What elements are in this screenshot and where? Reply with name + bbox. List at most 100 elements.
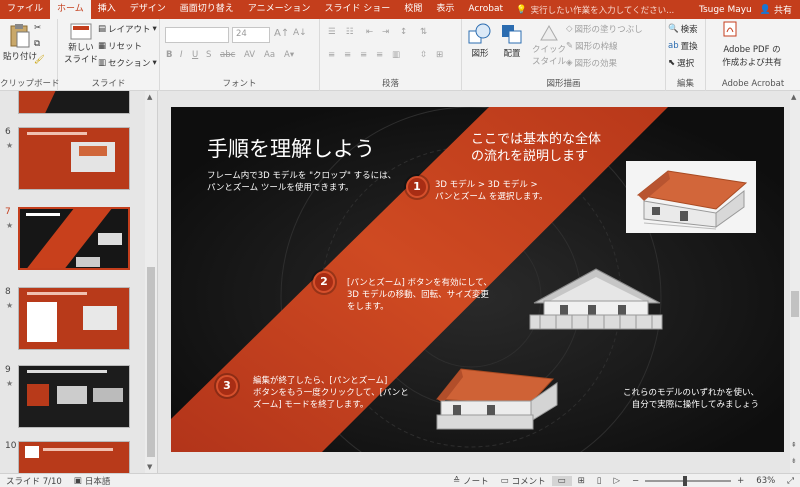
strikethrough-icon[interactable]: abc bbox=[220, 50, 235, 60]
zoom-slider-thumb[interactable] bbox=[683, 475, 688, 486]
thumbnail-scrollbar[interactable]: ▲ ▼ bbox=[145, 91, 157, 473]
cut-icon[interactable]: ✂ bbox=[34, 23, 41, 33]
fit-to-window-icon[interactable]: ⤢ bbox=[781, 476, 800, 486]
italic-icon[interactable]: I bbox=[180, 50, 183, 60]
slide-heading[interactable]: ここでは基本的な全体 の流れを説明します bbox=[471, 131, 601, 165]
copy-icon[interactable]: ⧉ bbox=[34, 39, 40, 49]
arrange-button[interactable]: 配置 bbox=[500, 23, 524, 59]
notes-button[interactable]: ≙ ノート bbox=[447, 475, 495, 487]
replace-button[interactable]: ab 置換 bbox=[668, 40, 698, 52]
tab-acrobat[interactable]: Acrobat bbox=[461, 0, 510, 19]
shrink-font-icon[interactable]: A↓ bbox=[293, 28, 307, 38]
closing-line: 自分で実際に操作してみましょう bbox=[631, 400, 760, 410]
user-name[interactable]: Tsuge Mayu bbox=[699, 5, 760, 15]
font-name-field[interactable] bbox=[165, 27, 229, 43]
slide-thumbnail-9[interactable] bbox=[18, 365, 130, 428]
paint-bucket-icon: ◇ bbox=[566, 24, 573, 34]
shadow-icon[interactable]: S bbox=[206, 50, 211, 60]
shape-fill-button[interactable]: ◇ 図形の塗りつぶし bbox=[566, 23, 643, 35]
language-indicator[interactable]: ▣ 日本語 bbox=[68, 475, 117, 487]
house-3d-model-3[interactable] bbox=[433, 365, 563, 435]
step-2-text[interactable]: [パンとズーム] ボタンを有効にして、 3D モデルの移動、回転、サイズ変更 を… bbox=[347, 277, 492, 313]
prev-slide-icon[interactable]: ⇞ bbox=[791, 441, 797, 449]
select-button[interactable]: ⬉ 選択 bbox=[668, 57, 694, 69]
tab-insert[interactable]: 挿入 bbox=[91, 0, 123, 19]
tell-me-box[interactable]: 💡 実行したい作業を入力してください... bbox=[510, 4, 680, 16]
bullets-icon[interactable]: ☰ bbox=[328, 27, 336, 37]
char-spacing-icon[interactable]: AV bbox=[244, 50, 255, 60]
font-color-icon[interactable]: A▾ bbox=[284, 50, 294, 60]
new-slide-button[interactable]: 新しい スライド bbox=[64, 23, 98, 65]
slide-scrollbar[interactable]: ▲ ⇞ ⇟ bbox=[790, 91, 800, 473]
tab-view[interactable]: 表示 bbox=[429, 0, 461, 19]
tab-animations[interactable]: アニメーション bbox=[241, 0, 318, 19]
slide-thumbnail-8[interactable] bbox=[18, 287, 130, 350]
share-button[interactable]: 👤 共有 bbox=[760, 3, 800, 17]
tab-home[interactable]: ホーム bbox=[50, 0, 91, 19]
align-text-icon[interactable]: ⇳ bbox=[420, 50, 427, 60]
justify-icon[interactable]: ≡ bbox=[376, 50, 383, 60]
slide-title[interactable]: 手順を理解しよう bbox=[207, 133, 375, 163]
text-direction-icon[interactable]: ⇅ bbox=[420, 27, 427, 37]
tab-slideshow[interactable]: スライド ショー bbox=[317, 0, 397, 19]
shape-outline-button[interactable]: ✎ 図形の枠線 bbox=[566, 40, 618, 52]
slide-thumbnail-5[interactable] bbox=[18, 91, 130, 114]
slide-thumbnail-10[interactable] bbox=[18, 441, 130, 473]
increase-indent-icon[interactable]: ⇥ bbox=[382, 27, 389, 37]
scroll-down-icon[interactable]: ▼ bbox=[147, 463, 152, 471]
slideshow-icon[interactable]: ▷ bbox=[607, 476, 626, 486]
paste-button[interactable]: 貼り付け bbox=[3, 23, 37, 62]
step-3-text[interactable]: 編集が終了したら、[パンとズーム] ボタンをもう一度クリックして、[パンと ズー… bbox=[253, 375, 409, 411]
shape-button[interactable]: 図形 bbox=[468, 23, 492, 59]
smartart-icon[interactable]: ⊞ bbox=[436, 50, 443, 60]
layout-button[interactable]: ▤ レイアウト ▾ bbox=[98, 23, 157, 35]
tab-review[interactable]: 校閲 bbox=[397, 0, 429, 19]
slide-thumbnail-7[interactable] bbox=[18, 207, 130, 270]
zoom-out-icon[interactable]: − bbox=[626, 476, 645, 486]
slide-sorter-icon[interactable]: ⊞ bbox=[572, 476, 591, 486]
next-slide-icon[interactable]: ⇟ bbox=[791, 457, 797, 465]
find-button[interactable]: 🔍 検索 bbox=[668, 23, 698, 35]
tab-file[interactable]: ファイル bbox=[0, 0, 50, 19]
columns-icon[interactable]: ▥ bbox=[392, 50, 400, 60]
grow-font-icon[interactable]: A↑ bbox=[274, 28, 289, 39]
zoom-level[interactable]: 63% bbox=[750, 476, 781, 486]
tab-design[interactable]: デザイン bbox=[123, 0, 173, 19]
bold-icon[interactable]: B bbox=[166, 50, 172, 60]
reading-view-icon[interactable]: ▯ bbox=[591, 476, 608, 486]
format-painter-icon[interactable]: 🖌 bbox=[34, 55, 45, 65]
change-case-icon[interactable]: Aa bbox=[264, 50, 275, 60]
house-3d-model-2[interactable] bbox=[526, 267, 666, 337]
line-spacing-icon[interactable]: ↕ bbox=[400, 27, 407, 37]
scrollbar-thumb[interactable] bbox=[147, 267, 155, 457]
step-2-badge[interactable]: 2 bbox=[313, 271, 335, 293]
comments-button[interactable]: ▭ コメント bbox=[495, 475, 552, 487]
current-slide[interactable]: 手順を理解しよう フレーム内で3D モデルを "クロップ" するには、 パンとズ… bbox=[171, 107, 784, 452]
zoom-slider[interactable] bbox=[645, 475, 732, 486]
normal-view-icon[interactable]: ▭ bbox=[551, 475, 572, 486]
closing-text[interactable]: これらのモデルのいずれかを使い、 自分で実際に操作してみましょう bbox=[623, 387, 759, 411]
create-pdf-button[interactable]: Adobe PDF の 作成および共有 bbox=[708, 43, 796, 68]
slide-thumbnail-6[interactable] bbox=[18, 127, 130, 190]
decrease-indent-icon[interactable]: ⇤ bbox=[366, 27, 373, 37]
tab-transitions[interactable]: 画面切り替え bbox=[173, 0, 241, 19]
scrollbar-thumb[interactable] bbox=[791, 291, 799, 317]
section-button[interactable]: ▥ セクション ▾ bbox=[98, 57, 157, 69]
step-1-badge[interactable]: 1 bbox=[406, 176, 428, 198]
numbering-icon[interactable]: ☷ bbox=[346, 27, 354, 37]
shape-effect-button[interactable]: ◈ 図形の効果 bbox=[566, 57, 617, 69]
quick-style-button[interactable]: クイック スタイル bbox=[532, 23, 566, 67]
align-left-icon[interactable]: ≡ bbox=[328, 50, 335, 60]
scroll-up-icon[interactable]: ▲ bbox=[791, 93, 796, 101]
reset-button[interactable]: ▦ リセット bbox=[98, 40, 142, 52]
font-size-field[interactable]: 24 bbox=[232, 27, 270, 43]
align-center-icon[interactable]: ≡ bbox=[344, 50, 351, 60]
step-3-badge[interactable]: 3 bbox=[216, 375, 238, 397]
underline-icon[interactable]: U bbox=[192, 50, 198, 60]
scroll-up-icon[interactable]: ▲ bbox=[147, 93, 152, 101]
step-1-text[interactable]: 3D モデル > 3D モデル > パンとズーム を選択します。 bbox=[435, 179, 548, 203]
house-3d-model-1[interactable] bbox=[626, 161, 756, 233]
align-right-icon[interactable]: ≡ bbox=[360, 50, 367, 60]
slide-subtitle[interactable]: フレーム内で3D モデルを "クロップ" するには、 パンとズーム ツールを使用… bbox=[207, 170, 396, 194]
zoom-in-icon[interactable]: + bbox=[731, 476, 750, 486]
